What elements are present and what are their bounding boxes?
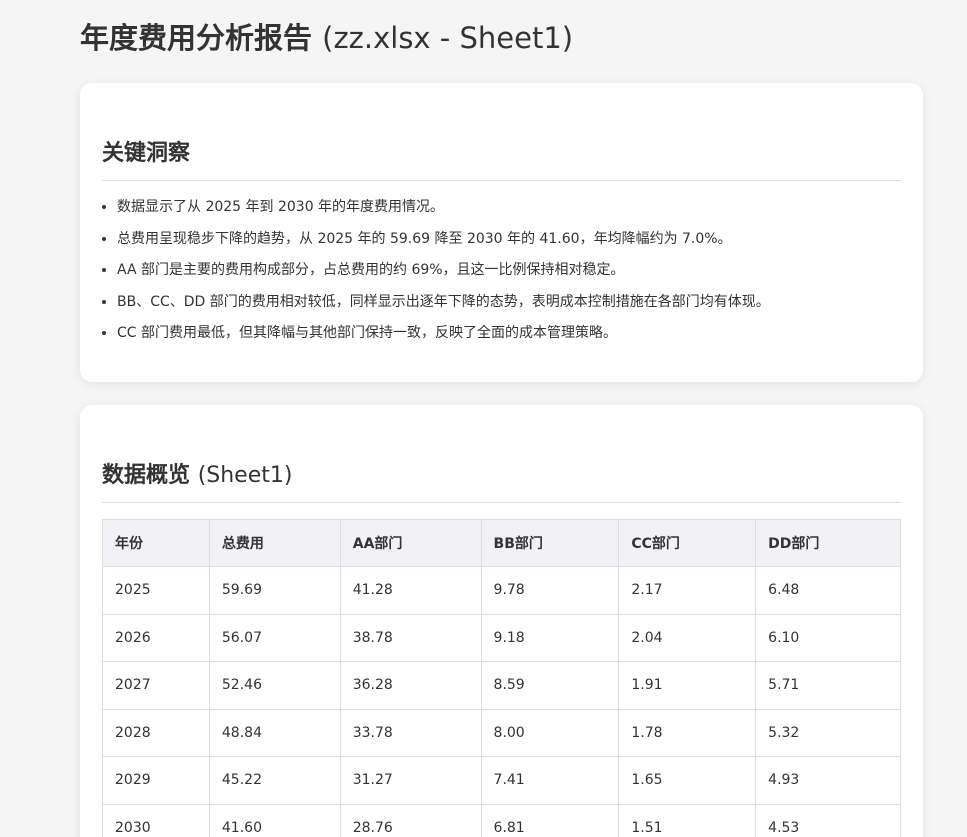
table-cell: 2026 (102, 613, 210, 662)
insights-card: 关键洞察 数据显示了从 2025 年到 2030 年的年度费用情况。 总费用呈现… (80, 83, 923, 382)
overview-title: 数据概览 (Sheet1) (102, 461, 901, 503)
overview-title-source: (Sheet1) (197, 463, 293, 488)
table-cell: 56.07 (208, 613, 341, 662)
table-cell: 9.78 (480, 566, 620, 615)
column-header-aa: AA部门 (339, 519, 482, 567)
table-row: 2025 59.69 41.28 9.78 2.17 6.48 (102, 566, 901, 615)
table-cell: 52.46 (208, 661, 341, 710)
table-cell: 9.18 (480, 613, 620, 662)
table-cell: 2025 (102, 566, 210, 615)
table-cell: 6.81 (480, 803, 620, 837)
table-row: 2026 56.07 38.78 9.18 2.04 6.10 (102, 613, 901, 662)
insight-item: 总费用呈现稳步下降的趋势，从 2025 年的 59.69 降至 2030 年的 … (117, 229, 901, 249)
table-cell: 4.53 (755, 803, 901, 837)
insight-item: BB、CC、DD 部门的费用相对较低，同样显示出逐年下降的态势，表明成本控制措施… (117, 292, 901, 312)
table-row: 2028 48.84 33.78 8.00 1.78 5.32 (102, 708, 901, 757)
table-cell: 2028 (102, 708, 210, 757)
insight-item: CC 部门费用最低，但其降幅与其他部门保持一致，反映了全面的成本管理策略。 (117, 323, 901, 343)
table-cell: 1.91 (618, 661, 757, 710)
table-cell: 48.84 (208, 708, 341, 757)
column-header-total: 总费用 (208, 519, 341, 567)
table-cell: 5.32 (755, 708, 901, 757)
page-title-source: (zz.xlsx - Sheet1) (322, 21, 574, 55)
table-cell: 36.28 (339, 661, 482, 710)
table-cell: 1.78 (618, 708, 757, 757)
column-header-year: 年份 (102, 519, 210, 567)
table-cell: 2.17 (618, 566, 757, 615)
table-row: 2030 41.60 28.76 6.81 1.51 4.53 (102, 803, 901, 837)
column-header-cc: CC部门 (618, 519, 757, 567)
table-cell: 6.48 (755, 566, 901, 615)
overview-card: 数据概览 (Sheet1) 年份 总费用 AA部门 BB部门 CC部门 DD部门… (80, 405, 923, 837)
report-page: 年度费用分析报告 (zz.xlsx - Sheet1) 关键洞察 数据显示了从 … (0, 0, 967, 837)
table-cell: 2029 (102, 756, 210, 805)
column-header-dd: DD部门 (755, 519, 901, 567)
overview-title-main: 数据概览 (102, 463, 191, 488)
table-cell: 1.65 (618, 756, 757, 805)
table-cell: 33.78 (339, 708, 482, 757)
table-cell: 28.76 (339, 803, 482, 837)
column-header-bb: BB部门 (480, 519, 620, 567)
insights-list: 数据显示了从 2025 年到 2030 年的年度费用情况。 总费用呈现稳步下降的… (102, 197, 901, 343)
table-cell: 2.04 (618, 613, 757, 662)
page-title: 年度费用分析报告 (zz.xlsx - Sheet1) (80, 0, 923, 64)
table-row: 2029 45.22 31.27 7.41 1.65 4.93 (102, 756, 901, 805)
table-cell: 45.22 (208, 756, 341, 805)
table-header-row: 年份 总费用 AA部门 BB部门 CC部门 DD部门 (102, 519, 901, 567)
insight-item: AA 部门是主要的费用构成部分，占总费用的约 69%，且这一比例保持相对稳定。 (117, 260, 901, 280)
table-cell: 2027 (102, 661, 210, 710)
table-cell: 31.27 (339, 756, 482, 805)
table-cell: 7.41 (480, 756, 620, 805)
table-cell: 8.59 (480, 661, 620, 710)
table-cell: 4.93 (755, 756, 901, 805)
insight-item: 数据显示了从 2025 年到 2030 年的年度费用情况。 (117, 197, 901, 217)
table-row: 2027 52.46 36.28 8.59 1.91 5.71 (102, 661, 901, 710)
table-cell: 8.00 (480, 708, 620, 757)
table-cell: 41.28 (339, 566, 482, 615)
insights-title: 关键洞察 (102, 139, 901, 181)
table-cell: 6.10 (755, 613, 901, 662)
table-cell: 2030 (102, 803, 210, 837)
table-cell: 38.78 (339, 613, 482, 662)
table-cell: 5.71 (755, 661, 901, 710)
data-table: 年份 总费用 AA部门 BB部门 CC部门 DD部门 2025 59.69 41… (102, 519, 901, 837)
table-cell: 1.51 (618, 803, 757, 837)
table-cell: 59.69 (208, 566, 341, 615)
page-title-main: 年度费用分析报告 (80, 21, 313, 55)
table-cell: 41.60 (208, 803, 341, 837)
